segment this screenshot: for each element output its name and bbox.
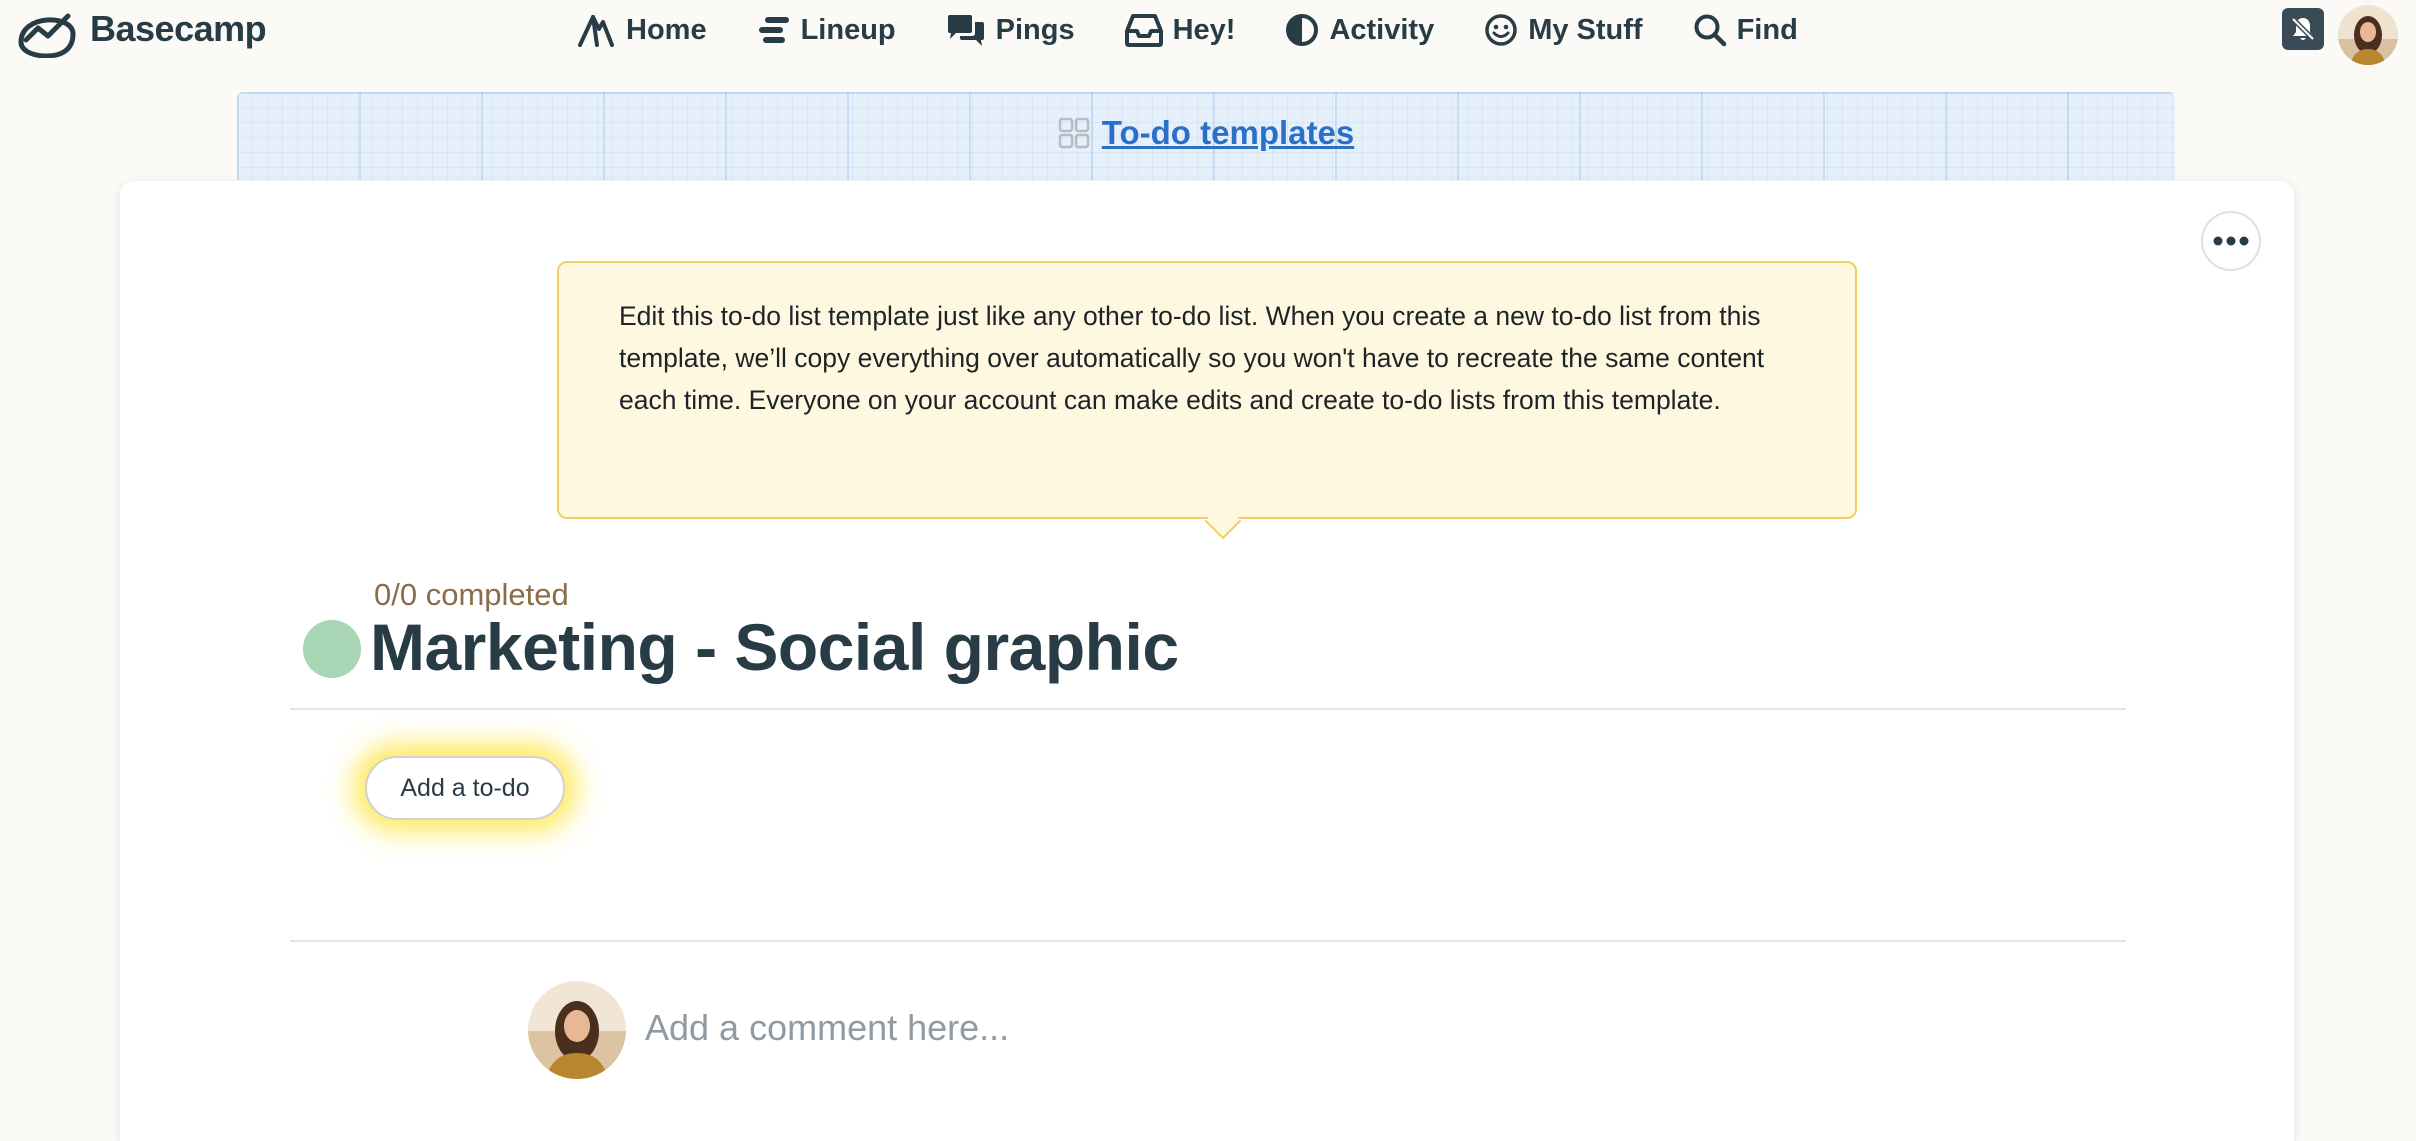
main-nav: Home Lineup Pings Hey! Activity My Stuff…: [576, 0, 1798, 60]
todolist-status-dot: [303, 620, 361, 678]
todolist-card: Edit this to-do list template just like …: [120, 181, 2294, 1141]
todolist-title[interactable]: Marketing - Social graphic: [370, 609, 1179, 685]
nav-home-label: Home: [626, 13, 707, 46]
brand-name: Basecamp: [90, 8, 267, 49]
nav-find-label: Find: [1736, 13, 1798, 46]
more-options-button[interactable]: [2201, 211, 2261, 271]
nav-activity-label: Activity: [1329, 13, 1435, 46]
templates-icon: [1058, 117, 1090, 149]
basecamp-logo-icon: [18, 13, 76, 58]
nav-my-stuff-label: My Stuff: [1528, 13, 1643, 46]
nav-find[interactable]: Find: [1693, 13, 1798, 47]
inbox-icon: [1124, 14, 1163, 47]
nav-pings-label: Pings: [995, 13, 1075, 46]
template-notice-text: Edit this to-do list template just like …: [619, 301, 1765, 415]
project-header: To-do templates: [237, 92, 2175, 180]
basecamp-logo[interactable]: Basecamp: [14, 0, 267, 58]
pings-icon: [947, 15, 984, 46]
comments-divider: [290, 940, 2126, 942]
nav-lineup[interactable]: Lineup: [757, 14, 896, 47]
comment-avatar-image: [528, 981, 626, 1079]
template-notice: Edit this to-do list template just like …: [557, 261, 1857, 519]
top-navigation: Basecamp Home Lineup Pings Hey! Activity…: [0, 0, 2416, 65]
user-avatar[interactable]: [2338, 5, 2398, 65]
bell-muted-icon: [2291, 17, 2315, 41]
nav-hey[interactable]: Hey!: [1124, 13, 1236, 47]
title-divider: [290, 708, 2126, 710]
nav-lineup-label: Lineup: [800, 13, 896, 46]
nav-hey-label: Hey!: [1172, 13, 1236, 46]
nav-home[interactable]: Home: [576, 12, 707, 48]
ellipsis-icon: [2213, 236, 2249, 246]
breadcrumb-link-todo-templates[interactable]: To-do templates: [1102, 114, 1354, 152]
user-avatar-image: [2338, 5, 2398, 65]
activity-icon: [1286, 14, 1319, 46]
breadcrumb: To-do templates: [237, 114, 2175, 152]
notifications-button[interactable]: [2282, 8, 2324, 50]
add-todo-button[interactable]: Add a to-do: [365, 756, 565, 820]
completed-count: 0/0 completed: [374, 577, 569, 612]
nav-my-stuff[interactable]: My Stuff: [1484, 13, 1643, 47]
nav-pings[interactable]: Pings: [946, 13, 1075, 47]
nav-activity[interactable]: Activity: [1285, 13, 1434, 47]
comment-avatar: [528, 981, 626, 1079]
lineup-icon: [758, 17, 789, 43]
home-icon: [578, 15, 614, 47]
search-icon: [1694, 14, 1726, 47]
comment-input[interactable]: [645, 998, 1545, 1058]
smiley-icon: [1485, 14, 1517, 46]
